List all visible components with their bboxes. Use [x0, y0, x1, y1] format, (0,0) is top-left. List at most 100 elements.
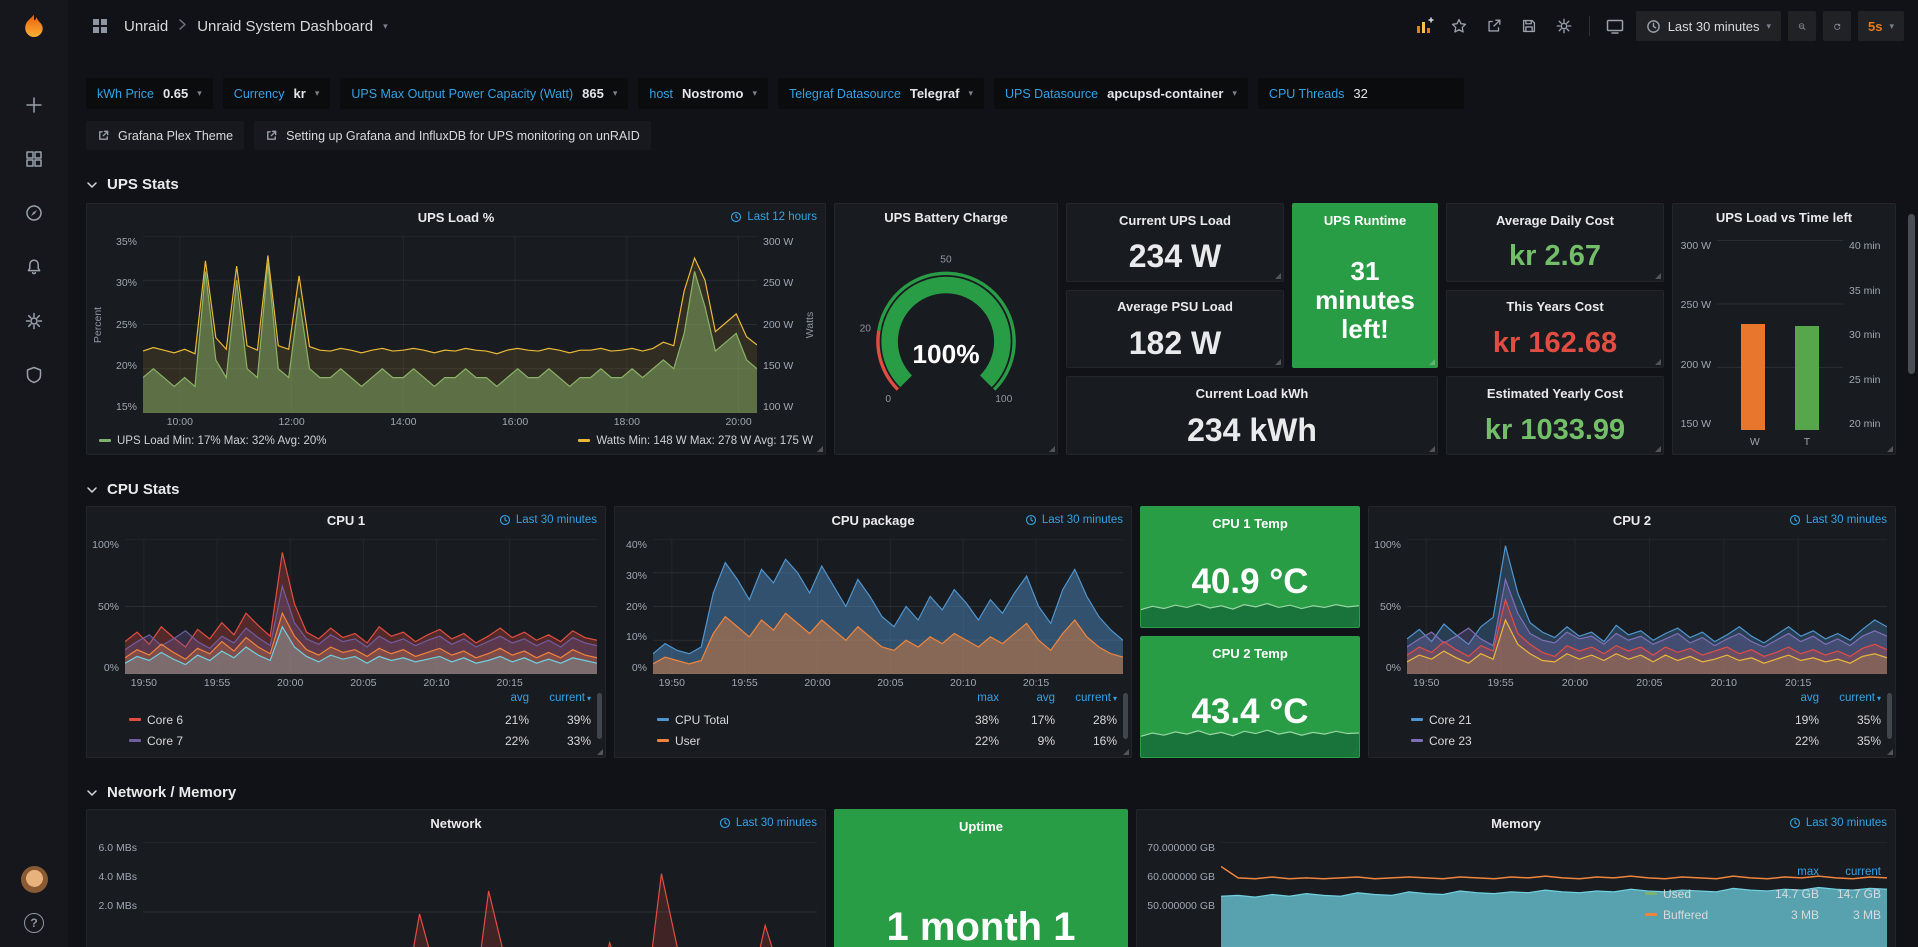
bar [1741, 324, 1765, 430]
chevron-down-icon [86, 179, 98, 191]
panel-title[interactable]: Estimated Yearly Cost [1487, 386, 1623, 401]
caret-down-icon: ▾ [1889, 22, 1894, 31]
panel-title[interactable]: Memory [1491, 816, 1541, 831]
section-cpu-stats[interactable]: CPU Stats [86, 481, 1896, 498]
variable-ups-datasource[interactable]: UPS Datasourceapcupsd-container▾ [994, 78, 1248, 109]
caret-down-icon[interactable]: ▾ [383, 22, 388, 31]
time-range-badge: Last 30 minutes [1789, 507, 1887, 533]
svg-text:100: 100 [995, 394, 1012, 405]
save-button[interactable] [1515, 12, 1543, 40]
panel-title[interactable]: UPS Load vs Time left [1716, 210, 1852, 225]
panel-title[interactable]: Uptime [959, 819, 1003, 834]
panel-title[interactable]: Current UPS Load [1119, 213, 1231, 228]
variable-cpu-threads[interactable]: CPU Threads32 [1258, 78, 1465, 109]
legend-col-current[interactable]: current▾ [1819, 692, 1881, 709]
legend-col-current[interactable]: current▾ [1055, 692, 1117, 709]
legend-item[interactable]: UPS Load Min: 17% Max: 32% Avg: 20% [99, 435, 326, 447]
caret-down-icon: ▾ [1232, 89, 1237, 98]
grafana-logo[interactable] [19, 12, 49, 45]
panel-title[interactable]: Current Load kWh [1196, 386, 1309, 401]
cycle-view-tv-icon[interactable] [1601, 12, 1629, 40]
section-ups-stats[interactable]: UPS Stats [86, 176, 1896, 193]
series-swatch [1411, 718, 1423, 721]
panel-title[interactable]: This Years Cost [1506, 299, 1603, 314]
panel-title[interactable]: CPU 1 Temp [1212, 516, 1288, 531]
cpu-stats-row: CPU 1 Last 30 minutes 100%50%0% 19:5019:… [86, 506, 1896, 758]
legend-item[interactable]: Watts Min: 148 W Max: 278 W Avg: 175 W [578, 435, 813, 447]
server-admin-shield-icon[interactable] [20, 361, 48, 389]
panel-title[interactable]: CPU 2 Temp [1212, 646, 1288, 661]
caret-down-icon: ▾ [315, 89, 320, 98]
legend-row: Used14.7 GB14.7 GB [1645, 883, 1881, 904]
dashboard-settings-gear-icon[interactable] [1550, 12, 1578, 40]
legend-row: CPU Total38%17%28% [657, 709, 1117, 730]
series-toggle[interactable]: Buffered [1645, 908, 1763, 922]
panel-title[interactable]: CPU 2 [1613, 513, 1651, 528]
variable-host[interactable]: hostNostromo▾ [638, 78, 768, 109]
variable-telegraf-datasource[interactable]: Telegraf DatasourceTelegraf▾ [778, 78, 984, 109]
legend-col-avg[interactable]: avg [473, 692, 529, 709]
legend-scrollbar[interactable] [1123, 693, 1128, 739]
stat-value: 1 month 1 [835, 839, 1127, 947]
series-toggle[interactable]: Core 7 [129, 734, 473, 748]
refresh-button[interactable] [1823, 11, 1851, 41]
star-button[interactable] [1445, 12, 1473, 40]
explore-compass-icon[interactable] [20, 199, 48, 227]
breadcrumb-app[interactable]: Unraid [124, 18, 168, 35]
page-scrollbar[interactable] [1908, 214, 1915, 374]
dashboard-grid-icon[interactable] [86, 12, 114, 40]
configuration-gear-icon[interactable] [20, 307, 48, 335]
breadcrumb-page-title[interactable]: Unraid System Dashboard [197, 18, 373, 35]
panel-title[interactable]: Network [430, 816, 481, 831]
panel-title[interactable]: UPS Battery Charge [884, 210, 1008, 225]
legend-col-current[interactable]: current▾ [529, 692, 591, 709]
panel-title[interactable]: UPS Runtime [1324, 213, 1406, 228]
series-toggle[interactable]: User [657, 734, 943, 748]
legend-col-max[interactable]: max [1763, 866, 1819, 883]
panel-current-ups-load: Current UPS Load 234 W [1066, 203, 1284, 282]
panel-title[interactable]: Average PSU Load [1117, 299, 1233, 314]
help-icon[interactable]: ? [24, 913, 44, 933]
refresh-interval-button[interactable]: 5s ▾ [1858, 11, 1904, 41]
legend-scrollbar[interactable] [597, 693, 602, 739]
stat-value: 43.4 °C [1141, 666, 1359, 757]
section-network-memory[interactable]: Network / Memory [86, 784, 1896, 801]
x-axis: 19:5019:5520:0020:0520:1020:15 [1407, 677, 1887, 691]
variable-ups-max-output[interactable]: UPS Max Output Power Capacity (Watt)865▾ [340, 78, 628, 109]
panel-title[interactable]: CPU package [831, 513, 914, 528]
series-toggle[interactable]: CPU Total [657, 713, 943, 727]
caret-down-icon: ▾ [752, 89, 757, 98]
time-picker-button[interactable]: Last 30 minutes ▾ [1636, 11, 1781, 41]
legend-col-current[interactable]: current [1819, 866, 1881, 883]
battery-gauge: 02050100100% [835, 230, 1057, 454]
link-grafana-plex-theme[interactable]: Grafana Plex Theme [86, 121, 244, 150]
dashboards-icon[interactable] [20, 145, 48, 173]
variable-currency[interactable]: Currencykr▾ [223, 78, 331, 109]
user-avatar[interactable] [21, 866, 48, 893]
panel-title[interactable]: CPU 1 [327, 513, 365, 528]
y-axis-left: 100%50%0% [1373, 539, 1407, 674]
legend-scrollbar[interactable] [1887, 693, 1892, 739]
link-ups-monitoring-guide[interactable]: Setting up Grafana and InfluxDB for UPS … [254, 121, 651, 150]
legend-table: avgcurrent▾ Core 621%39% Core 722%33% [87, 692, 605, 757]
add-panel-button[interactable] [1410, 12, 1438, 40]
create-icon[interactable] [20, 91, 48, 119]
caret-down-icon: ▾ [613, 89, 618, 98]
series-toggle[interactable]: Used [1645, 887, 1763, 901]
caret-down-icon: ▾ [1766, 22, 1771, 31]
legend-col-avg[interactable]: avg [1763, 692, 1819, 709]
cpu-threads-input[interactable]: 32 [1353, 86, 1453, 101]
stat-value: 182 W [1067, 320, 1283, 368]
series-toggle[interactable]: Core 21 [1411, 713, 1763, 727]
legend-col-avg[interactable]: avg [999, 692, 1055, 709]
panel-title[interactable]: UPS Load % [418, 210, 495, 225]
alerting-bell-icon[interactable] [20, 253, 48, 281]
legend-col-max[interactable]: max [943, 692, 999, 709]
variable-kwh-price[interactable]: kWh Price0.65▾ [86, 78, 213, 109]
x-axis: 10:0012:0014:0016:0018:0020:00 [143, 416, 757, 430]
panel-title[interactable]: Average Daily Cost [1496, 213, 1614, 228]
series-toggle[interactable]: Core 23 [1411, 734, 1763, 748]
series-toggle[interactable]: Core 6 [129, 713, 473, 727]
share-button[interactable] [1480, 12, 1508, 40]
zoom-out-button[interactable] [1788, 11, 1816, 41]
